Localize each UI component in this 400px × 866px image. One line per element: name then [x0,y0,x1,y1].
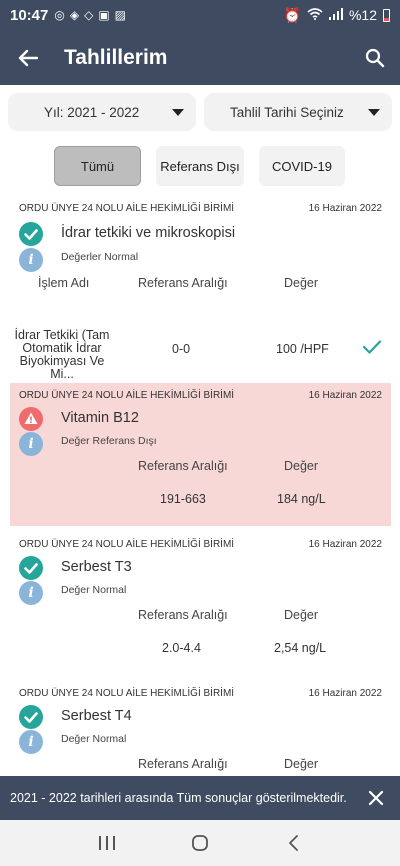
column-header-value: Değer [284,757,319,771]
column-header-range: Referans Aralığı [138,757,228,771]
column-header-value: Değer [284,459,319,473]
result-range: 191-663 [160,492,206,506]
recent-apps-button[interactable] [87,823,127,863]
snackbar-close-button[interactable] [364,786,388,810]
column-header-name: İşlem Adı [38,276,90,290]
result-date: 16 Haziran 2022 [308,688,382,699]
column-header-range: Referans Aralığı [138,459,228,473]
system-nav-bar [0,820,400,866]
box-icon: ◈ [69,8,80,22]
institution-name: ORDU ÜNYE 24 NOLU AİLE HEKİMLİĞİ BİRİMİ [19,203,235,214]
check-icon [362,339,382,360]
home-button[interactable] [180,823,220,863]
date-dropdown-value: Tahlil Tarihi Seçiniz [230,104,344,120]
info-icon[interactable]: i [19,248,43,272]
wifi-icon [307,7,323,23]
filter-row: Yıl: 2021 - 2022 Tahlil Tarihi Seçiniz [8,93,392,131]
image-icon: ▨ [114,8,127,22]
result-value: 2,54 ng/L [274,641,327,655]
result-card[interactable]: ORDU ÜNYE 24 NOLU AİLE HEKİMLİĞİ BİRİMİ … [0,196,400,381]
test-status-text: Değer Referans Dışı [61,435,157,447]
battery-percent: %12 [348,7,377,23]
result-date: 16 Haziran 2022 [308,390,382,401]
column-header-value: Değer [284,276,319,290]
info-icon[interactable]: i [19,581,43,605]
year-dropdown-value: Yıl: 2021 - 2022 [44,104,140,120]
test-status-text: Değerler Normal [61,251,139,263]
column-header-range: Referans Aralığı [138,276,228,290]
notification-icon: ◎ [54,8,65,22]
result-card-out-of-reference[interactable]: ORDU ÜNYE 24 NOLU AİLE HEKİMLİĞİ BİRİMİ … [10,383,391,526]
alarm-icon: ⏰ [283,6,301,23]
search-button[interactable] [350,30,400,85]
app-bar: Tahlillerim [0,30,400,85]
test-name: Serbest T3 [61,559,132,575]
test-status-text: Değer Normal [61,584,127,596]
result-value: 184 ng/L [277,492,326,506]
caret-down-icon [368,108,380,116]
home-icon [192,835,208,851]
arrow-left-icon [18,49,38,66]
chip-covid[interactable]: COVID-19 [259,146,345,186]
result-item-name: İdrar Tetkiki (Tam Otomatik İdrar Biyoki… [14,328,110,381]
battery-icon [383,8,390,22]
result-date: 16 Haziran 2022 [308,539,382,550]
warning-icon [19,407,43,431]
result-date: 16 Haziran 2022 [308,203,382,214]
back-nav-button[interactable] [273,823,313,863]
result-card[interactable]: ORDU ÜNYE 24 NOLU AİLE HEKİMLİĞİ BİRİMİ … [0,681,400,776]
info-icon[interactable]: i [19,432,43,456]
results-list: ORDU ÜNYE 24 NOLU AİLE HEKİMLİĞİ BİRİMİ … [0,196,400,776]
institution-name: ORDU ÜNYE 24 NOLU AİLE HEKİMLİĞİ BİRİMİ [19,688,235,699]
test-name: İdrar tetkiki ve mikroskopisi [61,225,236,241]
test-status-text: Değer Normal [61,733,127,745]
chip-out-of-reference[interactable]: Referans Dışı [156,146,244,186]
test-name: Serbest T4 [61,708,132,724]
instagram-icon: ▣ [98,8,110,22]
chip-all[interactable]: Tümü [54,146,141,186]
institution-name: ORDU ÜNYE 24 NOLU AİLE HEKİMLİĞİ BİRİMİ [19,390,235,401]
check-circle-icon [19,705,43,729]
chevron-left-icon [289,835,299,851]
signal-icon [328,7,343,23]
column-header-range: Referans Aralığı [138,608,228,622]
snackbar-text: 2021 - 2022 tarihleri arasında Tüm sonuç… [10,791,347,805]
caret-down-icon [172,108,184,116]
result-range: 2.0-4.4 [162,641,201,655]
column-header-value: Değer [284,608,319,622]
result-card[interactable]: ORDU ÜNYE 24 NOLU AİLE HEKİMLİĞİ BİRİMİ … [0,532,400,672]
status-time: 10:47 [10,6,49,24]
page-title: Tahlillerim [64,45,168,69]
date-dropdown[interactable]: Tahlil Tarihi Seçiniz [204,93,392,131]
info-icon[interactable]: i [19,730,43,754]
check-circle-icon [19,556,43,580]
check-circle-icon [19,222,43,246]
status-bar: 10:47 ◎ ◈ ◇ ▣ ▨ ⏰ %12 [0,0,400,30]
back-button[interactable] [0,30,56,85]
test-name: Vitamin B12 [61,410,139,426]
navigation-icon: ◇ [84,8,94,22]
result-value: 100 /HPF [276,342,329,356]
close-icon [368,790,384,806]
institution-name: ORDU ÜNYE 24 NOLU AİLE HEKİMLİĞİ BİRİMİ [19,539,235,550]
snackbar: 2021 - 2022 tarihleri arasında Tüm sonuç… [0,776,400,820]
year-dropdown[interactable]: Yıl: 2021 - 2022 [8,93,196,131]
result-range: 0-0 [172,342,191,356]
recent-apps-icon [98,836,115,850]
filter-chips: Tümü Referans Dışı COVID-19 [0,146,400,186]
search-icon [365,48,385,67]
